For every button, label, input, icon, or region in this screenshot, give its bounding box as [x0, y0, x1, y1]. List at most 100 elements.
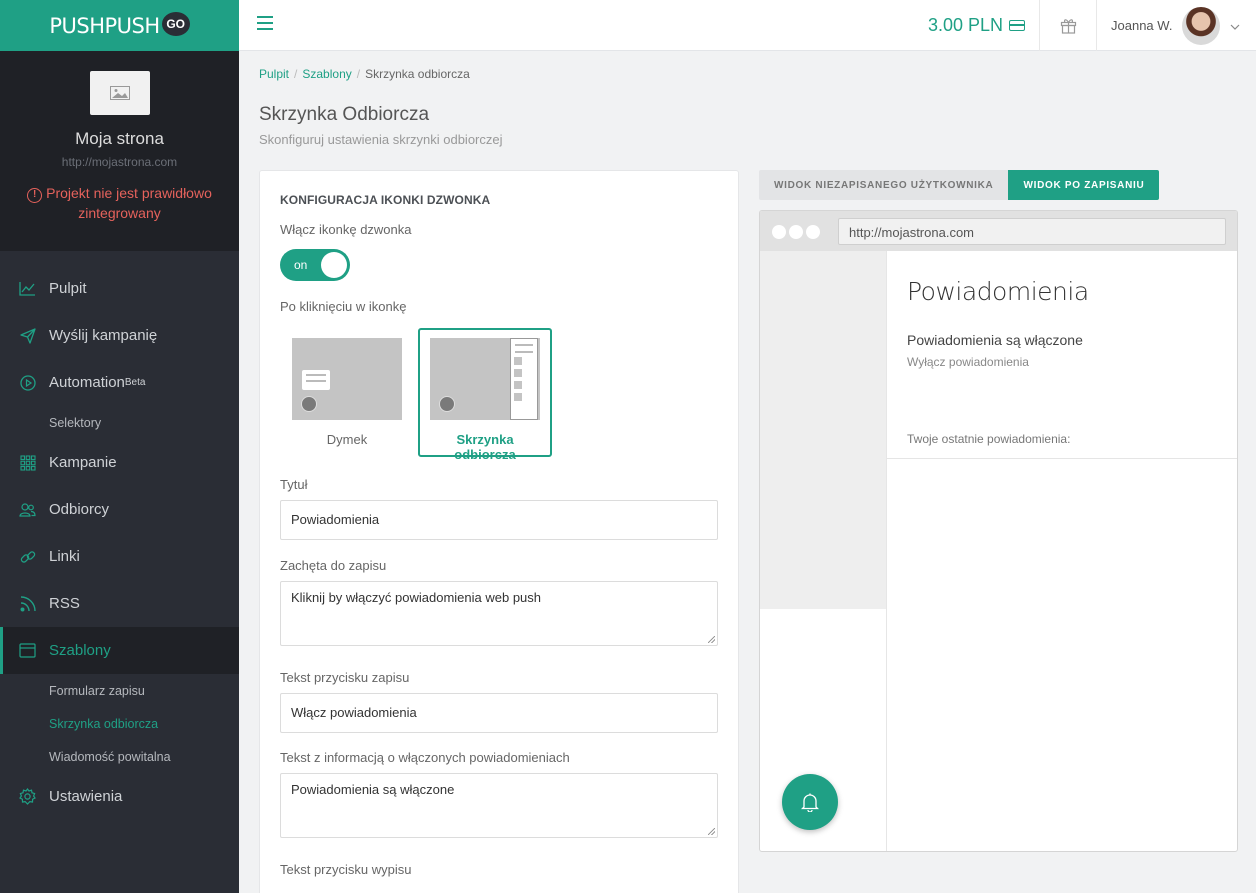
play-circle-icon — [19, 374, 36, 391]
divider — [887, 458, 1237, 459]
bell-icon — [301, 396, 317, 412]
preview-url-bar: http://mojastrona.com — [838, 218, 1226, 245]
inbox-sidebar-icon — [510, 338, 538, 420]
avatar — [1182, 6, 1221, 45]
beta-badge: Beta — [124, 377, 146, 388]
preview-recent-label: Twoje ostatnie powiadomienia: — [907, 432, 1071, 446]
integration-warning[interactable]: ! Projekt nie jest prawidłowo zintegrowan… — [0, 183, 239, 223]
nav-item-label: Szablony — [49, 642, 111, 659]
subscribe-button-text-input[interactable]: Włącz powiadomienia — [280, 693, 718, 733]
user-name: Joanna W. — [1111, 18, 1173, 33]
hamburger-menu-icon[interactable] — [257, 16, 273, 34]
nav-item-label: Odbiorcy — [49, 501, 110, 518]
logo-text: PUSHPUSH — [49, 13, 160, 38]
topbar: 3.00 PLN Joanna W. — [239, 0, 1256, 51]
nav-sub-formularz-zapisu[interactable]: Formularz zapisu — [0, 674, 239, 707]
chevron-down-icon — [1230, 17, 1240, 35]
bell-icon — [439, 396, 455, 412]
nav-sub-wiadomosc-powitalna[interactable]: Wiadomość powitalna — [0, 740, 239, 773]
click-action-options: Dymek Skrzynka odbiorcza — [280, 328, 718, 462]
preview-status-text: Powiadomienia są włączone — [907, 332, 1083, 348]
nav-sub-selektory[interactable]: Selektory — [0, 406, 239, 439]
enable-bell-toggle[interactable]: on — [280, 249, 350, 281]
tab-saved-view[interactable]: WIDOK PO ZAPISANIU — [1008, 170, 1160, 200]
nav-item-label: Pulpit — [49, 280, 87, 297]
nav-item-kampanie[interactable]: Kampanie — [0, 439, 239, 486]
option-label: Skrzynka odbiorcza — [454, 432, 516, 462]
site-thumbnail-icon — [89, 71, 150, 115]
site-name: Moja strona — [75, 129, 164, 148]
option-label: Dymek — [326, 432, 368, 447]
balance-amount: 3.00 PLN — [927, 15, 1003, 35]
prompt-label: Zachęta do zapisu — [280, 558, 387, 573]
bubble-preview-image — [292, 338, 402, 420]
title-input[interactable]: Powiadomienia — [280, 500, 718, 540]
account-balance[interactable]: 3.00 PLN — [928, 0, 1040, 51]
grid-icon — [19, 454, 36, 471]
nav-item-pulpit[interactable]: Pulpit — [0, 265, 239, 312]
nav-item-label: RSS — [49, 595, 80, 612]
nav-item-ustawienia[interactable]: Ustawienia — [0, 773, 239, 820]
title-label: Tytuł — [280, 477, 308, 492]
nav-item-label: Linki — [49, 548, 80, 565]
breadcrumb-separator: / — [294, 67, 298, 81]
window-icon — [19, 642, 36, 659]
nav-item-label: Kampanie — [49, 454, 117, 471]
nav-item-odbiorcy[interactable]: Odbiorcy — [0, 486, 239, 533]
nav-item-label: Ustawienia — [49, 788, 123, 805]
integration-warning-text: Projekt nie jest prawidłowo zintegrowany — [46, 185, 212, 221]
link-icon — [19, 548, 36, 565]
breadcrumb-szablony[interactable]: Szablony — [302, 67, 351, 81]
preview-tabs: WIDOK NIEZAPISANEGO UŻYTKOWNIKA WIDOK PO… — [759, 170, 1160, 200]
sidebar: PUSHPUSH GO Moja strona http://mojastron… — [0, 0, 239, 893]
user-menu[interactable]: Joanna W. — [1097, 0, 1256, 51]
bell-icon[interactable] — [782, 774, 838, 830]
breadcrumb-current: Skrzynka odbiorcza — [365, 67, 470, 81]
nav-item-rss[interactable]: RSS — [0, 580, 239, 627]
nav-item-label: Wyślij kampanię — [49, 327, 158, 344]
main-nav: Pulpit Wyślij kampanię Automation Beta Se… — [0, 265, 239, 820]
gift-icon[interactable] — [1040, 0, 1097, 51]
nav-item-label: Automation — [49, 374, 125, 391]
preview-site-area — [760, 251, 886, 609]
nav-item-szablony[interactable]: Szablony — [0, 627, 239, 674]
toggle-state: on — [294, 258, 308, 272]
breadcrumb-pulpit[interactable]: Pulpit — [259, 67, 289, 81]
site-url: http://mojastrona.com — [61, 155, 178, 169]
preview-inbox-panel: Powiadomienia Powiadomienia są włączone … — [886, 251, 1237, 851]
inbox-preview-image — [430, 338, 540, 420]
subscribe-button-text-label: Tekst przycisku zapisu — [280, 670, 410, 685]
enable-bell-label: Włącz ikonkę dzwonka — [280, 222, 412, 237]
option-bubble[interactable]: Dymek — [280, 328, 414, 457]
page-subtitle: Skonfiguruj ustawienia skrzynki odbiorcz… — [259, 132, 503, 147]
nav-item-wyslij-kampanie[interactable]: Wyślij kampanię — [0, 312, 239, 359]
window-controls-icon — [772, 225, 823, 239]
chart-line-icon — [19, 280, 36, 297]
logo[interactable]: PUSHPUSH GO — [0, 0, 239, 51]
tab-unsaved-user-view[interactable]: WIDOK NIEZAPISANEGO UŻYTKOWNIKA — [759, 170, 1009, 200]
unsubscribe-button-text-label: Tekst przycisku wypisu — [280, 862, 412, 877]
toggle-knob — [321, 252, 347, 278]
gear-icon — [19, 788, 36, 805]
page-title: Skrzynka Odbiorcza — [259, 104, 430, 125]
preview-inbox-title: Powiadomienia — [907, 277, 1089, 306]
breadcrumb: Pulpit / Szablony / Skrzynka odbiorcza — [259, 67, 470, 81]
logo-badge: GO — [161, 11, 190, 36]
option-inbox[interactable]: Skrzynka odbiorcza — [418, 328, 552, 462]
bubble-icon — [302, 370, 330, 390]
browser-preview: http://mojastrona.com Powiadomienia Powi… — [759, 210, 1238, 852]
nav-item-automation[interactable]: Automation Beta — [0, 359, 239, 406]
on-click-label: Po kliknięciu w ikonkę — [280, 299, 407, 314]
paper-plane-icon — [19, 327, 36, 344]
nav-sub-skrzynka-odbiorcza[interactable]: Skrzynka odbiorcza — [0, 707, 239, 740]
enabled-info-label: Tekst z informacją o włączonych powiadom… — [280, 750, 570, 765]
preview-unsubscribe-link[interactable]: Wyłącz powiadomienia — [907, 355, 1029, 369]
credit-card-icon — [1009, 20, 1025, 31]
browser-bar: http://mojastrona.com — [760, 211, 1237, 251]
prompt-textarea[interactable]: Kliknij by włączyć powiadomienia web pus… — [280, 581, 718, 646]
users-icon — [19, 501, 36, 518]
nav-item-linki[interactable]: Linki — [0, 533, 239, 580]
rss-icon — [19, 595, 36, 612]
config-panel: KONFIGURACJA IKONKI DZWONKA Włącz ikonkę… — [259, 170, 739, 893]
enabled-info-textarea[interactable]: Powiadomienia są włączone — [280, 773, 718, 838]
